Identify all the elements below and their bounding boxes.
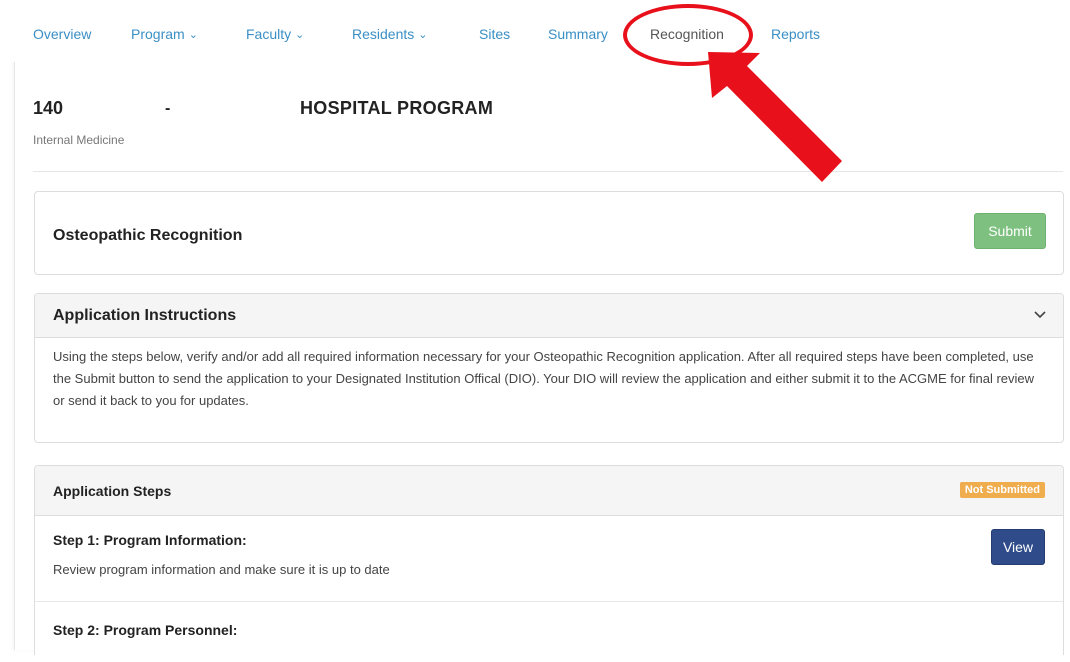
chevron-down-icon: ⌄ <box>418 29 428 41</box>
recognition-title: Osteopathic Recognition <box>53 227 243 244</box>
tab-program[interactable]: Program ⌄ <box>131 26 198 42</box>
instructions-title: Application Instructions <box>53 307 237 324</box>
header-divider <box>33 171 1063 172</box>
highlight-oval <box>623 4 753 66</box>
chevron-down-icon[interactable] <box>1033 307 1047 323</box>
instructions-panel: Application Instructions Using the steps… <box>34 293 1064 443</box>
step-item: Step 1: Program Information: Review prog… <box>35 516 1063 602</box>
instructions-text: Using the steps below, verify and/or add… <box>53 349 1035 408</box>
step-item: Step 2: Program Personnel: <box>35 602 1063 662</box>
program-name: HOSPITAL PROGRAM <box>300 98 494 118</box>
status-badge: Not Submitted <box>959 482 1045 498</box>
chevron-down-icon: ⌄ <box>188 29 198 41</box>
submit-button[interactable]: Submit <box>974 213 1046 249</box>
step-description: Review program information and make sure… <box>53 562 390 577</box>
steps-title: Application Steps <box>53 483 172 499</box>
tab-reports[interactable]: Reports <box>771 26 820 42</box>
top-nav: Overview Program ⌄ Faculty ⌄ Residents ⌄ Si… <box>0 0 1070 62</box>
instructions-heading[interactable]: Application Instructions <box>35 294 1063 338</box>
tab-sites[interactable]: Sites <box>479 26 510 42</box>
steps-heading: Application Steps Not Submitted <box>35 466 1063 516</box>
tab-residents[interactable]: Residents ⌄ <box>352 26 427 42</box>
tab-overview[interactable]: Overview <box>33 26 91 42</box>
chevron-down-icon: ⌄ <box>295 29 305 41</box>
program-specialty: Internal Medicine <box>33 133 125 147</box>
step-title: Step 2: Program Personnel: <box>53 622 238 638</box>
recognition-panel: Osteopathic Recognition Submit <box>34 191 1064 275</box>
program-dash: - <box>165 100 171 117</box>
view-button[interactable]: View <box>991 529 1045 565</box>
tab-faculty[interactable]: Faculty ⌄ <box>246 26 304 42</box>
tab-summary[interactable]: Summary <box>548 26 608 42</box>
steps-panel: Application Steps Not Submitted Step 1: … <box>34 465 1064 655</box>
program-number: 140 <box>33 98 64 118</box>
step-title: Step 1: Program Information: <box>53 532 247 548</box>
